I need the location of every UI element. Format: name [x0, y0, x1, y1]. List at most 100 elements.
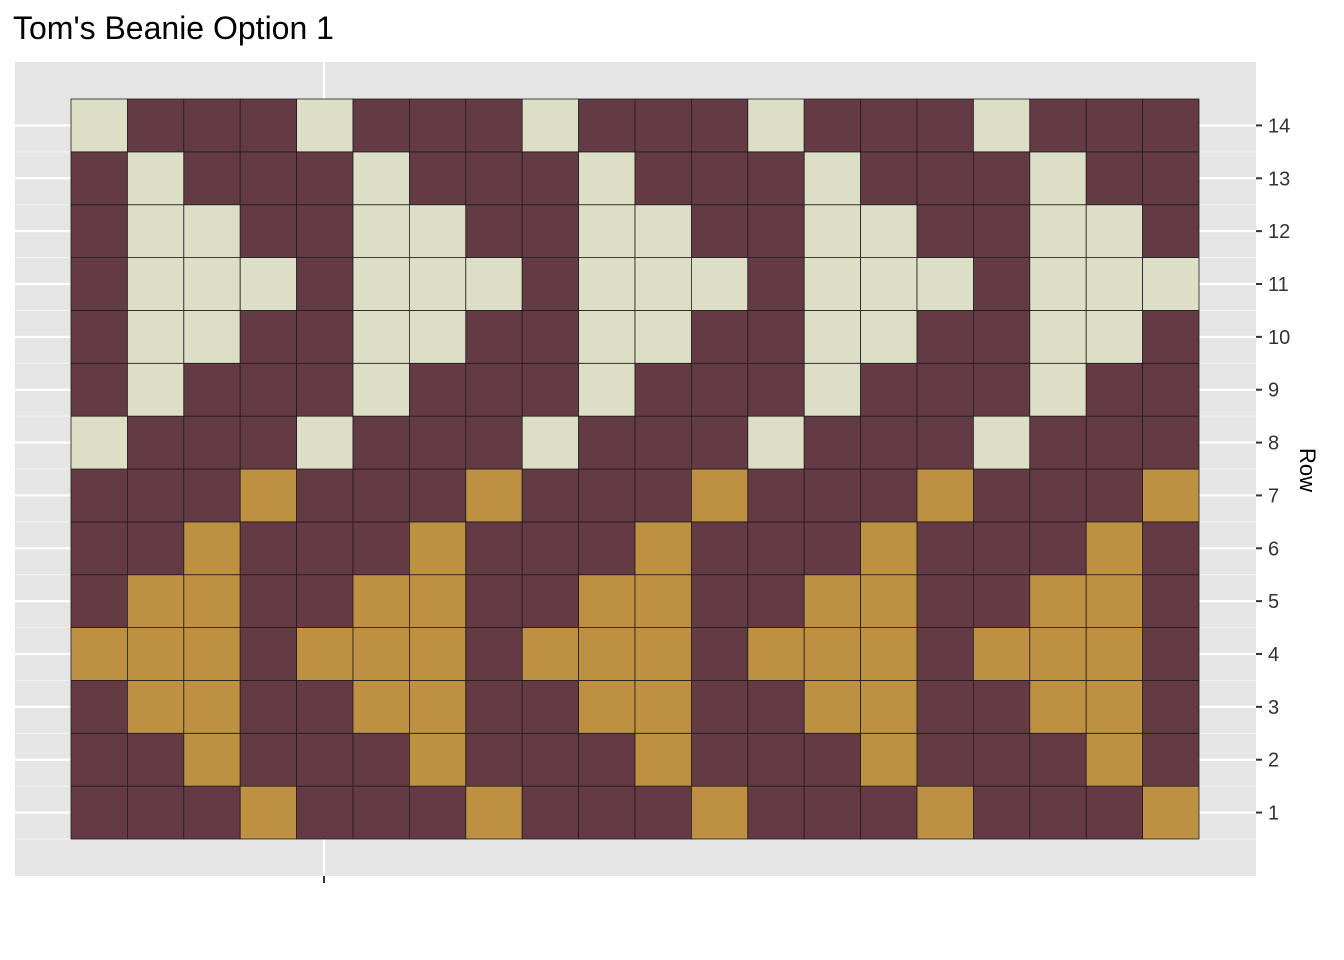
- stitch-cell-maroon: [296, 521, 354, 576]
- stitch-cell-gold: [803, 680, 862, 734]
- stitch-cell-gold: [916, 468, 974, 523]
- stitch-cell-cream: [183, 257, 241, 311]
- stitch-cell-cream: [127, 310, 185, 364]
- y-tick-label: 6: [1268, 538, 1279, 560]
- stitch-cell-maroon: [239, 362, 297, 417]
- stitch-cell-cream: [1029, 151, 1087, 206]
- stitch-cell-gold: [973, 627, 1031, 681]
- stitch-cell-cream: [578, 151, 636, 206]
- stitch-cell-cream: [1029, 204, 1087, 258]
- stitch-cell-cream: [296, 415, 354, 470]
- stitch-cell-maroon: [578, 415, 636, 470]
- stitch-cell-gold: [408, 680, 467, 734]
- stitch-cell-maroon: [296, 732, 354, 787]
- stitch-cell-maroon: [691, 151, 749, 206]
- stitch-cell-maroon: [239, 310, 297, 364]
- knitting-chart: 1234567891011121314 Row: [15, 62, 1320, 883]
- stitch-cell-maroon: [747, 151, 805, 206]
- stitch-cell-cream: [70, 98, 128, 153]
- stitch-cell-maroon: [239, 204, 297, 258]
- stitch-cell-maroon: [70, 521, 128, 576]
- stitch-cell-maroon: [352, 521, 410, 576]
- stitch-cell-cream: [70, 415, 128, 470]
- stitch-cell-maroon: [916, 415, 974, 470]
- stitch-cell-maroon: [70, 680, 128, 734]
- stitch-cell-gold: [1029, 680, 1087, 734]
- stitch-cell-maroon: [634, 98, 692, 153]
- stitch-cell-cream: [1029, 310, 1087, 364]
- stitch-cell-maroon: [465, 415, 523, 470]
- y-tick-label: 8: [1268, 433, 1279, 455]
- stitch-cell-maroon: [973, 574, 1031, 628]
- stitch-cell-cream: [521, 415, 580, 470]
- stitch-cell-maroon: [916, 680, 974, 734]
- stitch-cell-gold: [747, 627, 805, 681]
- stitch-cell-maroon: [691, 204, 749, 258]
- stitch-cell-maroon: [408, 468, 467, 523]
- stitch-cell-maroon: [747, 468, 805, 523]
- stitch-cell-maroon: [747, 521, 805, 576]
- stitch-cell-maroon: [465, 310, 523, 364]
- stitch-cell-cream: [1085, 310, 1143, 364]
- stitch-cell-cream: [803, 310, 862, 364]
- stitch-cell-gold: [860, 680, 918, 734]
- stitch-cell-maroon: [1085, 151, 1143, 206]
- stitch-cell-cream: [634, 257, 692, 311]
- stitch-cell-maroon: [70, 151, 128, 206]
- y-tick-label: 3: [1268, 697, 1279, 719]
- stitch-cell-gold: [578, 574, 636, 628]
- stitch-cell-cream: [183, 204, 241, 258]
- y-tick-label: 7: [1268, 485, 1279, 507]
- stitch-cell-gold: [1085, 680, 1143, 734]
- stitch-cell-maroon: [296, 574, 354, 628]
- stitch-cell-cream: [408, 257, 467, 311]
- stitch-cell-maroon: [1085, 415, 1143, 470]
- stitch-cell-gold: [860, 627, 918, 681]
- stitch-cell-maroon: [860, 98, 918, 153]
- stitch-cell-maroon: [1029, 468, 1087, 523]
- stitch-cell-maroon: [70, 310, 128, 364]
- y-tick-label: 14: [1268, 115, 1290, 137]
- y-tick-label: 13: [1268, 168, 1290, 190]
- stitch-cell-gold: [578, 627, 636, 681]
- stitch-cell-maroon: [860, 362, 918, 417]
- stitch-cell-maroon: [973, 362, 1031, 417]
- stitch-cell-maroon: [691, 310, 749, 364]
- stitch-cell-maroon: [296, 204, 354, 258]
- stitch-cell-maroon: [691, 680, 749, 734]
- stitch-cell-maroon: [973, 521, 1031, 576]
- stitch-cell-gold: [408, 574, 467, 628]
- stitch-cell-maroon: [1085, 98, 1143, 153]
- stitch-cell-gold: [860, 732, 918, 787]
- y-axis-title: Row: [1295, 448, 1320, 492]
- stitch-cell-maroon: [860, 415, 918, 470]
- stitch-cell-maroon: [465, 362, 523, 417]
- stitch-cell-cream: [803, 151, 862, 206]
- stitch-cell-maroon: [691, 732, 749, 787]
- stitch-cell-maroon: [803, 415, 862, 470]
- stitch-cell-gold: [634, 680, 692, 734]
- stitch-cell-maroon: [70, 468, 128, 523]
- stitch-cell-maroon: [1142, 204, 1200, 258]
- stitch-cell-gold: [634, 732, 692, 787]
- stitch-cell-gold: [803, 574, 862, 628]
- stitch-cell-gold: [1085, 732, 1143, 787]
- stitch-cell-maroon: [70, 785, 128, 840]
- stitch-cell-maroon: [916, 574, 974, 628]
- stitch-cell-gold: [634, 521, 692, 576]
- stitch-cell-gold: [183, 732, 241, 787]
- stitch-cell-maroon: [1142, 732, 1200, 787]
- stitch-cell-maroon: [239, 521, 297, 576]
- stitch-cell-maroon: [408, 98, 467, 153]
- stitch-cell-maroon: [747, 785, 805, 840]
- y-tick-label: 2: [1268, 750, 1279, 772]
- stitch-cell-maroon: [916, 627, 974, 681]
- stitch-cell-cream: [860, 257, 918, 311]
- stitch-cell-cream: [860, 204, 918, 258]
- stitch-cell-maroon: [916, 310, 974, 364]
- stitch-cell-maroon: [70, 574, 128, 628]
- stitch-cell-gold: [578, 680, 636, 734]
- stitch-cell-maroon: [127, 521, 185, 576]
- stitch-cell-maroon: [747, 204, 805, 258]
- stitch-cell-gold: [465, 785, 523, 840]
